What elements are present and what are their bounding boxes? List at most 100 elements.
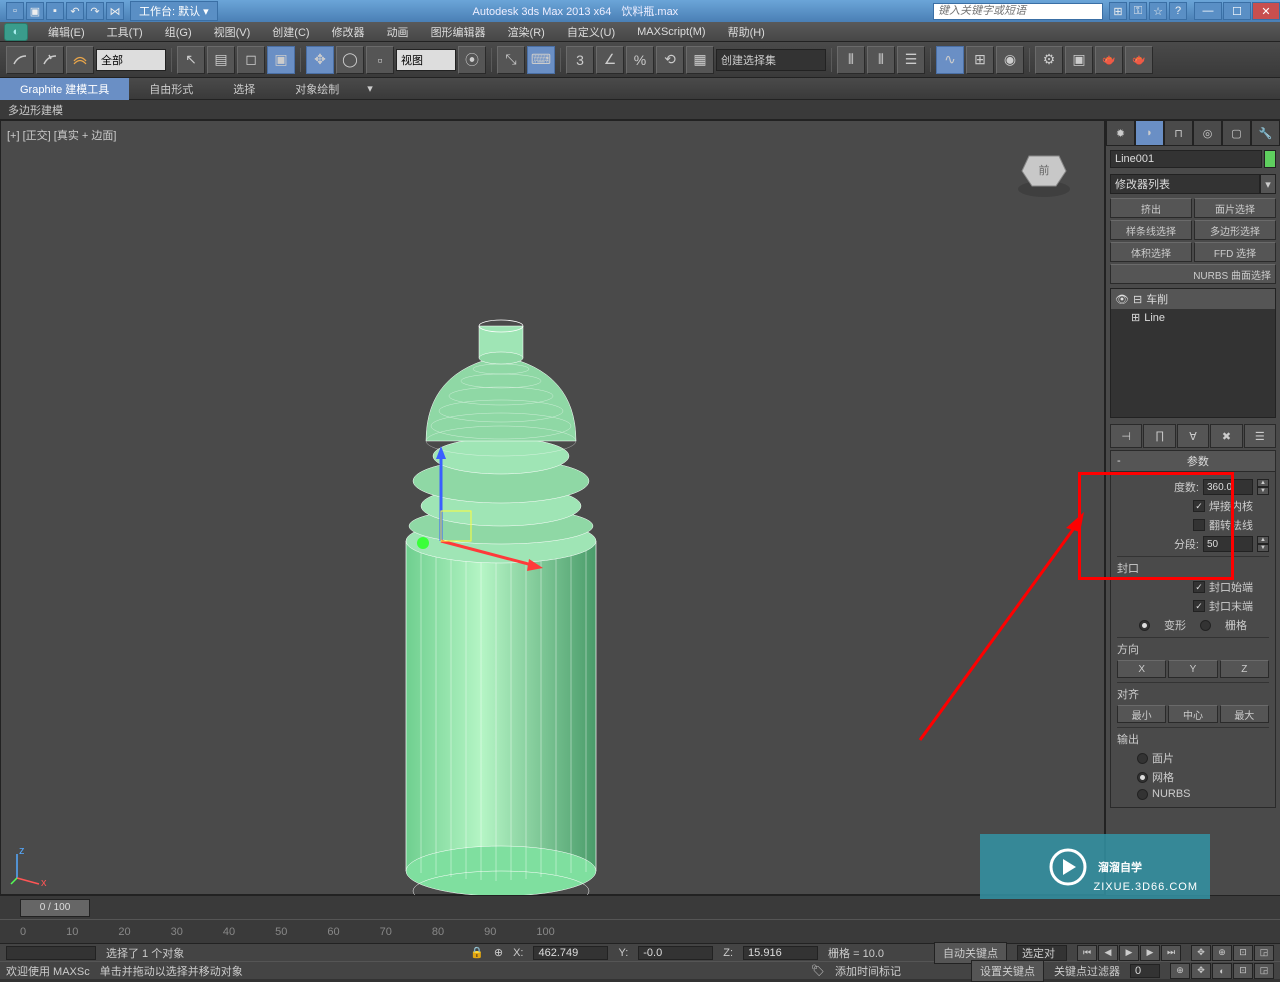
select-icon[interactable]: ↖ <box>177 46 205 74</box>
flip-checkbox[interactable] <box>1193 519 1205 531</box>
btn-volsel[interactable]: 体积选择 <box>1110 242 1192 262</box>
capstart-checkbox[interactable]: ✓ <box>1193 581 1205 593</box>
menu-help[interactable]: 帮助(H) <box>718 22 775 42</box>
play-icon[interactable]: ▶ <box>1119 945 1139 961</box>
tab-paint[interactable]: 对象绘制 <box>275 78 359 100</box>
dir-x-button[interactable]: X <box>1117 660 1166 678</box>
viewport-nav-icon[interactable]: ◲ <box>1254 963 1274 979</box>
maximize-button[interactable]: ☐ <box>1223 2 1251 20</box>
keyboard-shortcut-icon[interactable]: ⌨ <box>527 46 555 74</box>
btn-patchsel[interactable]: 面片选择 <box>1194 198 1276 218</box>
render-prod-icon[interactable]: 🫖 <box>1125 46 1153 74</box>
btn-ffdsel[interactable]: FFD 选择 <box>1194 242 1276 262</box>
cptab-modify-icon[interactable]: ◗ <box>1135 120 1164 146</box>
dir-y-button[interactable]: Y <box>1168 660 1217 678</box>
close-button[interactable]: ✕ <box>1252 2 1280 20</box>
modifier-stack[interactable]: 👁⊟车削 ⊞Line <box>1110 288 1276 418</box>
show-end-icon[interactable]: ∏ <box>1143 424 1175 448</box>
keyfilters-button[interactable]: 关键点过滤器 <box>1054 963 1120 979</box>
x-coord[interactable]: 462.749 <box>533 946 608 960</box>
degrees-spinner[interactable] <box>1203 479 1253 495</box>
segments-spinner[interactable] <box>1203 536 1253 552</box>
lock-icon[interactable]: 🔒 <box>470 946 484 959</box>
pivot-icon[interactable]: ⦿ <box>458 46 486 74</box>
minimize-button[interactable]: — <box>1194 2 1222 20</box>
morph-radio[interactable] <box>1139 620 1150 631</box>
menu-tools[interactable]: 工具(T) <box>97 22 153 42</box>
render-icon[interactable]: 🫖 <box>1095 46 1123 74</box>
align-icon[interactable]: ⫴ <box>867 46 895 74</box>
bind-icon[interactable] <box>66 46 94 74</box>
prev-frame-icon[interactable]: ◀ <box>1098 945 1118 961</box>
cptab-utilities-icon[interactable]: 🔧 <box>1251 120 1280 146</box>
link-icon[interactable] <box>6 46 34 74</box>
unique-icon[interactable]: ∀ <box>1177 424 1209 448</box>
btn-polysel[interactable]: 多边形选择 <box>1194 220 1276 240</box>
viewport-nav-icon[interactable]: ✥ <box>1191 963 1211 979</box>
dir-z-button[interactable]: Z <box>1220 660 1269 678</box>
percent-snap-icon[interactable]: % <box>626 46 654 74</box>
align-center-button[interactable]: 中心 <box>1168 705 1217 723</box>
menu-maxscript[interactable]: MAXScript(M) <box>627 24 715 40</box>
viewport-nav-icon[interactable]: ◲ <box>1254 945 1274 961</box>
tab-selection[interactable]: 选择 <box>213 78 275 100</box>
redo-icon[interactable]: ↷ <box>86 2 104 20</box>
viewport-nav-icon[interactable]: ◐ <box>1212 963 1232 979</box>
capend-checkbox[interactable]: ✓ <box>1193 600 1205 612</box>
mirror-icon[interactable]: ⦀ <box>837 46 865 74</box>
time-slider-thumb[interactable]: 0 / 100 <box>20 899 90 917</box>
spin-down-icon[interactable]: ▼ <box>1257 544 1269 552</box>
link-icon[interactable]: ⋈ <box>106 2 124 20</box>
coord-icon[interactable]: ⊕ <box>494 946 503 959</box>
btn-extrude[interactable]: 挤出 <box>1110 198 1192 218</box>
scale-icon[interactable]: ▫ <box>366 46 394 74</box>
cptab-create-icon[interactable]: ✹ <box>1106 120 1135 146</box>
curve-editor-icon[interactable]: ∿ <box>936 46 964 74</box>
rect-select-icon[interactable]: ◻ <box>237 46 265 74</box>
snap-3-icon[interactable]: 3 <box>566 46 594 74</box>
stack-item-lathe[interactable]: 👁⊟车削 <box>1111 289 1275 309</box>
btn-nurbssel[interactable]: NURBS 曲面选择 <box>1110 264 1276 284</box>
tag-icon[interactable]: 🏷 <box>811 964 825 977</box>
menu-create[interactable]: 创建(C) <box>262 22 319 42</box>
eye-icon[interactable]: 👁 <box>1115 293 1129 306</box>
spinner-snap-icon[interactable]: ⟲ <box>656 46 684 74</box>
rotate-icon[interactable]: ◯ <box>336 46 364 74</box>
viewport-nav-icon[interactable]: ✥ <box>1191 945 1211 961</box>
y-coord[interactable]: -0.0 <box>638 946 713 960</box>
viewport-nav-icon[interactable]: ⊕ <box>1212 945 1232 961</box>
spin-down-icon[interactable]: ▼ <box>1257 487 1269 495</box>
help-icon[interactable]: ? <box>1169 2 1187 20</box>
viewport-nav-icon[interactable]: ⊡ <box>1233 945 1253 961</box>
new-icon[interactable]: ▫ <box>6 2 24 20</box>
configure-icon[interactable]: ☰ <box>1244 424 1276 448</box>
menu-edit[interactable]: 编辑(E) <box>38 22 95 42</box>
out-nurbs-radio[interactable] <box>1137 789 1148 800</box>
viewport-nav-icon[interactable]: ⊡ <box>1233 963 1253 979</box>
out-mesh-radio[interactable] <box>1137 772 1148 783</box>
weld-checkbox[interactable]: ✓ <box>1193 500 1205 512</box>
menu-view[interactable]: 视图(V) <box>204 22 261 42</box>
unlink-icon[interactable] <box>36 46 64 74</box>
viewcube[interactable]: 前 <box>1014 141 1074 201</box>
out-patch-radio[interactable] <box>1137 753 1148 764</box>
time-config-icon[interactable]: ⊕ <box>1170 963 1190 979</box>
spin-up-icon[interactable]: ▲ <box>1257 479 1269 487</box>
tab-freeform[interactable]: 自由形式 <box>129 78 213 100</box>
window-crossing-icon[interactable]: ▣ <box>267 46 295 74</box>
btn-splinesel[interactable]: 样条线选择 <box>1110 220 1192 240</box>
menu-customize[interactable]: 自定义(U) <box>557 22 625 42</box>
material-icon[interactable]: ◉ <box>996 46 1024 74</box>
addtime-label[interactable]: 添加时间标记 <box>835 963 901 979</box>
object-color-swatch[interactable] <box>1264 150 1276 168</box>
modifier-list[interactable]: 修改器列表 <box>1110 174 1260 194</box>
workspace-selector[interactable]: 工作台: 默认 ▾ <box>130 1 218 21</box>
object-name-field[interactable] <box>1110 150 1262 168</box>
goto-end-icon[interactable]: ⏭ <box>1161 945 1181 961</box>
rollout-header[interactable]: -参数 <box>1110 450 1276 472</box>
menu-animation[interactable]: 动画 <box>377 22 419 42</box>
exchange-icon[interactable]: ⊞ <box>1109 2 1127 20</box>
menu-grapheditors[interactable]: 图形编辑器 <box>421 22 496 42</box>
app-menu-button[interactable]: ◐ <box>4 23 28 41</box>
menu-modifiers[interactable]: 修改器 <box>322 22 375 42</box>
